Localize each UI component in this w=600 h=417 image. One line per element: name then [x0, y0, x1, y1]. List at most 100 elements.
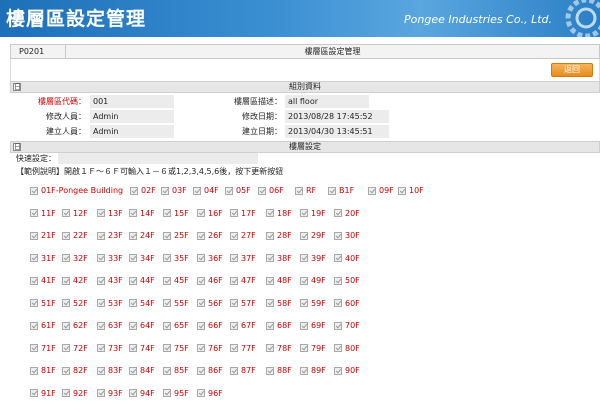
- floor-checkbox[interactable]: 84F: [129, 366, 155, 375]
- floor-checkbox[interactable]: 68F: [266, 321, 292, 330]
- checkbox-checked-icon[interactable]: [163, 209, 171, 217]
- checkbox-checked-icon[interactable]: [334, 209, 342, 217]
- floor-checkbox[interactable]: 88F: [266, 366, 292, 375]
- checkbox-checked-icon[interactable]: [300, 209, 308, 217]
- floor-checkbox[interactable]: 60F: [334, 299, 360, 308]
- checkbox-checked-icon[interactable]: [197, 299, 205, 307]
- floor-checkbox[interactable]: 58F: [266, 299, 292, 308]
- floor-checkbox[interactable]: 67F: [230, 321, 256, 330]
- floor-checkbox[interactable]: 20F: [334, 209, 360, 218]
- floor-checkbox[interactable]: 42F: [62, 276, 88, 285]
- floor-checkbox[interactable]: 31F: [30, 254, 56, 263]
- checkbox-checked-icon[interactable]: [30, 321, 38, 330]
- checkbox-checked-icon[interactable]: [230, 254, 238, 262]
- floor-checkbox[interactable]: 71F: [30, 344, 56, 353]
- checkbox-checked-icon[interactable]: [334, 344, 342, 352]
- floor-checkbox[interactable]: 25F: [163, 231, 189, 240]
- floor-checkbox[interactable]: 36F: [197, 254, 223, 263]
- checkbox-checked-icon[interactable]: [129, 254, 137, 262]
- checkbox-checked-icon[interactable]: [97, 254, 105, 262]
- collapse-toggle-icon[interactable]: 日: [13, 83, 21, 91]
- checkbox-checked-icon[interactable]: [266, 366, 274, 375]
- checkbox-checked-icon[interactable]: [129, 231, 137, 240]
- floor-checkbox[interactable]: 46F: [197, 276, 223, 285]
- floor-section-header[interactable]: 日 樓層設定: [10, 141, 600, 153]
- checkbox-checked-icon[interactable]: [197, 321, 205, 330]
- floor-checkbox[interactable]: 62F: [62, 321, 88, 330]
- checkbox-checked-icon[interactable]: [197, 231, 205, 240]
- floor-checkbox[interactable]: 34F: [129, 254, 155, 263]
- checkbox-checked-icon[interactable]: [30, 299, 38, 307]
- floor-checkbox[interactable]: RF: [295, 186, 316, 195]
- floor-checkbox[interactable]: 79F: [300, 344, 326, 353]
- floor-checkbox[interactable]: 27F: [230, 231, 256, 240]
- checkbox-checked-icon[interactable]: [230, 276, 238, 285]
- checkbox-checked-icon[interactable]: [266, 321, 274, 330]
- floor-checkbox[interactable]: 12F: [62, 209, 88, 218]
- floor-checkbox[interactable]: 18F: [266, 209, 292, 218]
- floor-checkbox[interactable]: 19F: [300, 209, 326, 218]
- checkbox-checked-icon[interactable]: [266, 344, 274, 352]
- checkbox-checked-icon[interactable]: [62, 321, 70, 330]
- checkbox-checked-icon[interactable]: [163, 321, 171, 330]
- floor-checkbox[interactable]: 43F: [97, 276, 123, 285]
- checkbox-checked-icon[interactable]: [334, 254, 342, 262]
- floor-checkbox[interactable]: 35F: [163, 254, 189, 263]
- checkbox-checked-icon[interactable]: [62, 344, 70, 352]
- checkbox-checked-icon[interactable]: [62, 276, 70, 285]
- checkbox-checked-icon[interactable]: [62, 254, 70, 262]
- floor-checkbox[interactable]: 93F: [97, 389, 123, 398]
- floor-checkbox[interactable]: 05F: [225, 186, 251, 195]
- floor-checkbox[interactable]: 53F: [97, 299, 123, 308]
- checkbox-checked-icon[interactable]: [230, 209, 238, 217]
- checkbox-checked-icon[interactable]: [129, 299, 137, 307]
- checkbox-checked-icon[interactable]: [300, 276, 308, 285]
- floor-checkbox[interactable]: 04F: [193, 186, 219, 195]
- checkbox-checked-icon[interactable]: [295, 186, 303, 195]
- floor-checkbox[interactable]: 11F: [30, 209, 56, 218]
- checkbox-checked-icon[interactable]: [30, 276, 38, 285]
- floor-checkbox[interactable]: 48F: [266, 276, 292, 285]
- checkbox-checked-icon[interactable]: [163, 366, 171, 375]
- floor-checkbox[interactable]: 24F: [129, 231, 155, 240]
- floor-checkbox[interactable]: 81F: [30, 366, 56, 375]
- floor-checkbox[interactable]: 02F: [130, 186, 156, 195]
- checkbox-checked-icon[interactable]: [163, 344, 171, 352]
- checkbox-checked-icon[interactable]: [266, 299, 274, 307]
- checkbox-checked-icon[interactable]: [129, 276, 137, 285]
- floor-checkbox[interactable]: 63F: [97, 321, 123, 330]
- floor-checkbox[interactable]: 49F: [300, 276, 326, 285]
- floor-checkbox[interactable]: 26F: [197, 231, 223, 240]
- floor-checkbox[interactable]: 14F: [129, 209, 155, 218]
- checkbox-checked-icon[interactable]: [97, 209, 105, 217]
- floor-checkbox[interactable]: 16F: [197, 209, 223, 218]
- floor-checkbox[interactable]: 61F: [30, 321, 56, 330]
- floor-checkbox[interactable]: 51F: [30, 299, 56, 308]
- checkbox-checked-icon[interactable]: [197, 209, 205, 217]
- checkbox-checked-icon[interactable]: [266, 231, 274, 240]
- checkbox-checked-icon[interactable]: [30, 389, 38, 397]
- checkbox-checked-icon[interactable]: [197, 389, 205, 397]
- checkbox-checked-icon[interactable]: [230, 321, 238, 330]
- floor-checkbox[interactable]: 13F: [97, 209, 123, 218]
- checkbox-checked-icon[interactable]: [197, 254, 205, 262]
- floor-checkbox[interactable]: 80F: [334, 344, 360, 353]
- floor-checkbox[interactable]: 89F: [300, 366, 326, 375]
- floor-checkbox[interactable]: 30F: [334, 231, 360, 240]
- checkbox-checked-icon[interactable]: [230, 344, 238, 352]
- floor-checkbox[interactable]: 66F: [197, 321, 223, 330]
- floor-checkbox[interactable]: 94F: [129, 389, 155, 398]
- floor-checkbox[interactable]: 57F: [230, 299, 256, 308]
- checkbox-checked-icon[interactable]: [334, 321, 342, 330]
- floor-checkbox[interactable]: 50F: [334, 276, 360, 285]
- checkbox-checked-icon[interactable]: [163, 276, 171, 285]
- checkbox-checked-icon[interactable]: [300, 231, 308, 240]
- floor-checkbox[interactable]: 38F: [266, 254, 292, 263]
- floor-checkbox[interactable]: 95F: [163, 389, 189, 398]
- floor-checkbox[interactable]: 64F: [129, 321, 155, 330]
- floor-checkbox[interactable]: 09F: [368, 186, 394, 195]
- checkbox-checked-icon[interactable]: [334, 366, 342, 375]
- floor-checkbox[interactable]: 47F: [230, 276, 256, 285]
- checkbox-checked-icon[interactable]: [97, 299, 105, 307]
- checkbox-checked-icon[interactable]: [197, 276, 205, 285]
